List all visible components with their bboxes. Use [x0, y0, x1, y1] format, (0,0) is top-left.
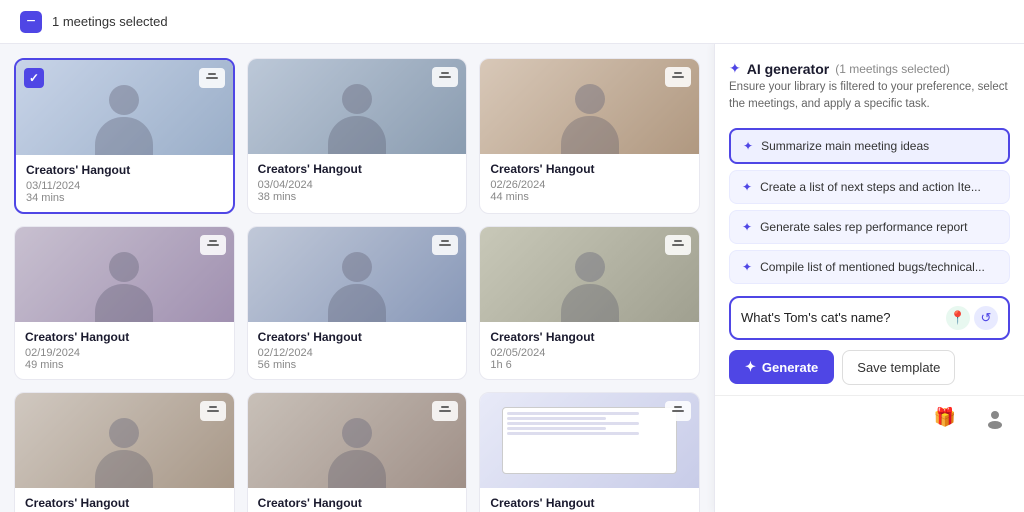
meeting-card[interactable]: Creators' Hangout 01/08/2024 41 mins [479, 392, 700, 512]
card-thumbnail [480, 59, 699, 154]
card-meeting-name: Creators' Hangout [490, 330, 689, 344]
suggestion-sparkle-icon: ✦ [743, 139, 753, 153]
card-duration: 1h 6 [490, 359, 689, 371]
suggestion-text: Generate sales rep performance report [760, 220, 967, 234]
card-date: 02/05/2024 [490, 347, 689, 359]
suggestion-text: Compile list of mentioned bugs/technical… [760, 260, 985, 274]
ai-panel-count: (1 meetings selected) [835, 62, 950, 76]
save-template-button[interactable]: Save template [842, 350, 955, 385]
meeting-card[interactable]: Creators' Hangout 03/04/2024 38 mins [247, 58, 468, 214]
ai-suggestion-item[interactable]: ✦ Create a list of next steps and action… [729, 170, 1010, 204]
card-thumbnail [15, 393, 234, 488]
card-date: 02/26/2024 [490, 179, 689, 191]
gift-icon-button[interactable]: 🎁 [920, 396, 970, 440]
meetings-grid: Creators' Hangout 03/11/2024 34 mins Cre… [14, 58, 700, 512]
card-info: Creators' Hangout 01/15/2024 47 mins [248, 488, 467, 512]
ai-input-icons: 📍 ↺ [946, 306, 998, 330]
generate-button[interactable]: ✦ Generate [729, 350, 834, 384]
card-meeting-name: Creators' Hangout [26, 163, 223, 177]
profile-icon-button[interactable] [970, 396, 1020, 440]
card-thumbnail [248, 227, 467, 322]
main-content: Creators' Hangout 03/11/2024 34 mins Cre… [0, 44, 1024, 512]
card-thumbnail [248, 59, 467, 154]
meeting-card[interactable]: Creators' Hangout 01/29/2024 52 mins [14, 392, 235, 512]
suggestion-sparkle-icon: ✦ [742, 260, 752, 274]
suggestion-text: Create a list of next steps and action I… [760, 180, 981, 194]
card-participants-icon [200, 401, 226, 421]
card-thumbnail [15, 227, 234, 322]
card-duration: 44 mins [490, 191, 689, 203]
ai-actions: ✦ Generate Save template [729, 350, 1010, 385]
card-duration: 56 mins [258, 359, 457, 371]
card-participants-icon [432, 67, 458, 87]
card-info: Creators' Hangout 03/04/2024 38 mins [248, 154, 467, 211]
meeting-card[interactable]: Creators' Hangout 03/11/2024 34 mins [14, 58, 235, 214]
ai-suggestions-list: ✦ Summarize main meeting ideas ✦ Create … [729, 128, 1010, 284]
meetings-grid-area: Creators' Hangout 03/11/2024 34 mins Cre… [0, 44, 714, 512]
suggestion-sparkle-icon: ✦ [742, 220, 752, 234]
card-info: Creators' Hangout 01/29/2024 52 mins [15, 488, 234, 512]
card-date: 03/04/2024 [258, 179, 457, 191]
card-meeting-name: Creators' Hangout [258, 162, 457, 176]
card-date: 03/11/2024 [26, 180, 223, 192]
card-checkbox[interactable] [24, 68, 44, 88]
card-participants-icon [665, 67, 691, 87]
card-participants-icon [665, 401, 691, 421]
ai-suggestion-item[interactable]: ✦ Generate sales rep performance report [729, 210, 1010, 244]
suggestion-sparkle-icon: ✦ [742, 180, 752, 194]
card-info: Creators' Hangout 02/12/2024 56 mins [248, 322, 467, 379]
meeting-card[interactable]: Creators' Hangout 02/12/2024 56 mins [247, 226, 468, 380]
ai-input-wrapper[interactable]: 📍 ↺ [729, 296, 1010, 340]
card-meeting-name: Creators' Hangout [258, 496, 457, 510]
card-participants-icon [432, 401, 458, 421]
ai-panel-title: AI generator [747, 61, 829, 77]
card-thumbnail [16, 60, 233, 155]
card-participants-icon [432, 235, 458, 255]
card-participants-icon [200, 235, 226, 255]
card-thumbnail [248, 393, 467, 488]
meeting-card[interactable]: Creators' Hangout 02/05/2024 1h 6 [479, 226, 700, 380]
meeting-card[interactable]: Creators' Hangout 01/15/2024 47 mins [247, 392, 468, 512]
suggestion-text: Summarize main meeting ideas [761, 139, 929, 153]
card-info: Creators' Hangout 02/26/2024 44 mins [480, 154, 699, 211]
card-meeting-name: Creators' Hangout [25, 330, 224, 344]
generate-label: Generate [762, 360, 818, 375]
card-info: Creators' Hangout 02/19/2024 49 mins [15, 322, 234, 379]
card-participants-icon [665, 235, 691, 255]
deselect-button[interactable] [20, 11, 42, 33]
ai-prompt-input[interactable] [741, 310, 940, 325]
ai-panel-description: Ensure your library is filtered to your … [729, 79, 1010, 114]
card-duration: 38 mins [258, 191, 457, 203]
card-thumbnail [480, 227, 699, 322]
card-date: 02/12/2024 [258, 347, 457, 359]
card-meeting-name: Creators' Hangout [490, 162, 689, 176]
ai-sparkle-icon: ✦ [729, 60, 741, 77]
header: 1 meetings selected [0, 0, 1024, 44]
selection-count: 1 meetings selected [52, 14, 168, 29]
card-info: Creators' Hangout 02/05/2024 1h 6 [480, 322, 699, 379]
card-meeting-name: Creators' Hangout [25, 496, 224, 510]
ai-panel-header: ✦ AI generator (1 meetings selected) [729, 60, 1010, 77]
meeting-card[interactable]: Creators' Hangout 02/26/2024 44 mins [479, 58, 700, 214]
card-meeting-name: Creators' Hangout [490, 496, 689, 510]
card-info: Creators' Hangout 01/08/2024 41 mins [480, 488, 699, 512]
ai-input-refresh-icon[interactable]: ↺ [974, 306, 998, 330]
card-meeting-name: Creators' Hangout [258, 330, 457, 344]
card-info: Creators' Hangout 03/11/2024 34 mins [16, 155, 233, 212]
ai-input-location-icon[interactable]: 📍 [946, 306, 970, 330]
meeting-card[interactable]: Creators' Hangout 02/19/2024 49 mins [14, 226, 235, 380]
ai-suggestion-item[interactable]: ✦ Compile list of mentioned bugs/technic… [729, 250, 1010, 284]
ai-panel: ✦ AI generator (1 meetings selected) Ens… [714, 44, 1024, 512]
card-thumbnail [480, 393, 699, 488]
card-date: 02/19/2024 [25, 347, 224, 359]
card-duration: 49 mins [25, 359, 224, 371]
generate-sparkle-icon: ✦ [745, 359, 756, 375]
card-duration: 34 mins [26, 192, 223, 204]
ai-suggestion-item[interactable]: ✦ Summarize main meeting ideas [729, 128, 1010, 164]
card-participants-icon [199, 68, 225, 88]
